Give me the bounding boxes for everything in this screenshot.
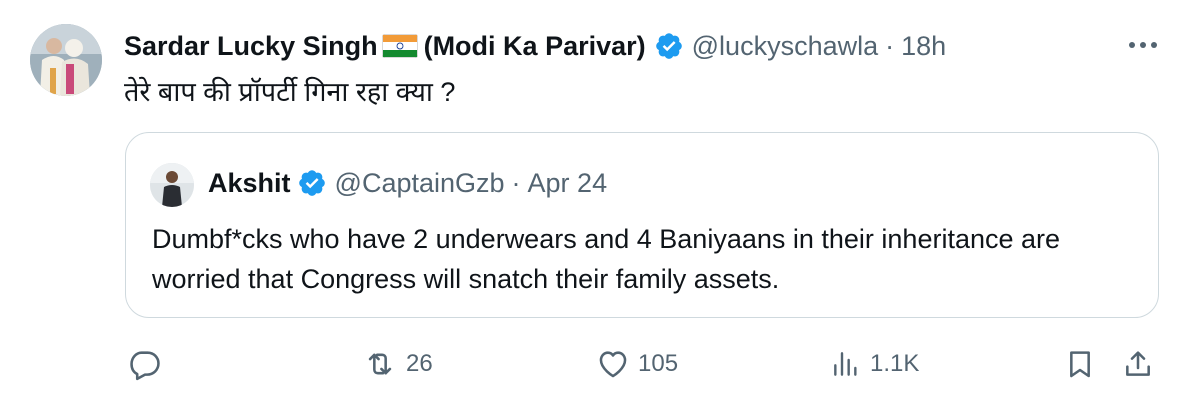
like-icon [599,351,627,378]
verified-badge-icon [654,31,684,61]
retweet-count: 26 [406,350,433,377]
meta-separator: · [885,30,895,61]
share-icon [1126,351,1150,376]
more-options-button[interactable] [1126,30,1160,60]
share-button[interactable] [1122,342,1154,386]
views-count: 1.1K [870,350,920,377]
retweet-icon [368,353,392,375]
bookmark-button[interactable] [1064,342,1096,386]
quoted-tweet-meta: @CaptainGzb · Apr 24 [335,168,608,199]
author-avatar[interactable] [30,24,102,96]
views-button[interactable]: 1.1K [830,342,919,386]
bookmark-icon [1070,351,1090,378]
quoted-tweet-text: Dumbf*cks who have 2 underwears and 4 Ba… [152,224,1061,294]
quoted-author-name: Akshit [208,167,291,198]
author-name-group[interactable]: Sardar Lucky Singh (Modi Ka Parivar) [124,31,646,62]
more-icon [1129,42,1157,48]
reply-icon [130,351,160,381]
quoted-author-handle: @CaptainGzb [334,167,505,198]
reply-button[interactable] [128,342,170,386]
author-name-suffix[interactable]: (Modi Ka Parivar) [424,31,646,62]
tweet-actions-bar: 26 105 1.1K [0,342,1190,386]
author-name[interactable]: Sardar Lucky Singh [124,31,378,62]
quoted-author-avatar [150,163,194,207]
tweet-timestamp[interactable]: 18h [901,31,946,62]
india-flag-icon [381,34,418,58]
quoted-tweet[interactable]: Akshit @CaptainGzb · Apr 24 Dumbf*cks wh… [125,132,1159,318]
quoted-tweet-header: Akshit @CaptainGzb · Apr 24 [208,165,607,201]
like-count: 105 [638,350,679,377]
retweet-button[interactable]: 26 [362,342,433,386]
tweet-text: तेरे बाप की प्रॉपर्टी गिना रहा क्या ? [124,77,456,107]
views-icon [834,352,857,376]
meta-separator: · [511,167,521,198]
like-button[interactable]: 105 [596,342,678,386]
quoted-tweet-date: Apr 24 [527,167,608,198]
tweet-meta: @luckyschawla · 18h [692,31,947,62]
verified-badge-icon [297,168,327,198]
author-handle[interactable]: @luckyschawla [692,31,878,62]
tweet-header: Sardar Lucky Singh (Modi Ka Parivar) @lu… [124,28,946,64]
